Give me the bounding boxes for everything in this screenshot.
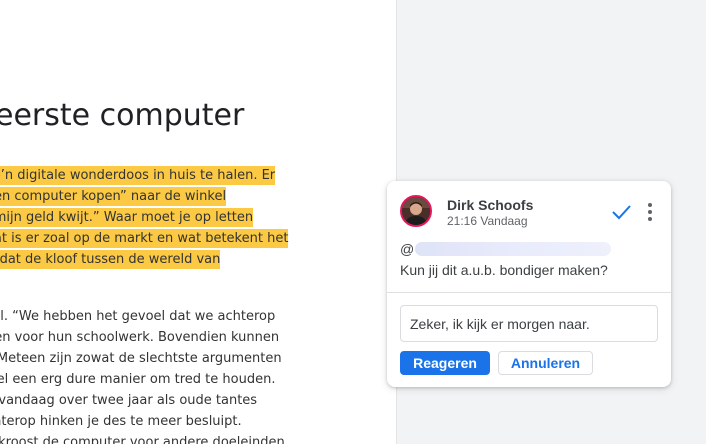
mention[interactable]: @ (400, 240, 612, 258)
body-text: e kroost de computer voor andere doelein… (0, 435, 285, 444)
highlighted-text: een computer kopen” naar de winkel (0, 187, 227, 206)
body-text: chterop hinken je des te meer besluipt. (0, 414, 242, 429)
highlighted-paragraph[interactable]: zo’n digitale wonderdoos in huis te hale… (0, 165, 289, 270)
avatar[interactable] (400, 195, 432, 227)
text-line: e kroost de computer voor andere doelein… (0, 432, 285, 444)
highlighted-text: ft dat de kloof tussen de wereld van (0, 250, 221, 269)
text-line: chterop hinken je des te meer besluipt. (0, 411, 285, 432)
mention-prefix: @ (400, 241, 415, 258)
text-line: ft dat de kloof tussen de wereld van (0, 249, 288, 270)
body-paragraph[interactable]: wil. “We hebben het gevoel dat we achter… (0, 306, 285, 444)
text-line: zo’n digitale wonderdoos in huis te hale… (0, 165, 288, 186)
body-text: pen voor hun schoolwerk. Bovendien kunne… (0, 330, 280, 345)
checkmark-icon (612, 205, 631, 220)
reply-button[interactable]: Reageren (400, 351, 490, 375)
more-options-button[interactable] (641, 201, 659, 223)
body-text: n vandaag over twee jaar als oude tantes (0, 393, 258, 408)
body-text: wil. “We hebben het gevoel dat we achter… (0, 309, 276, 324)
comment-timestamp: 21:16 Vandaag (447, 214, 528, 228)
text-line: wil. “We hebben het gevoel dat we achter… (0, 306, 285, 327)
comment-text: Kun jij dit a.u.b. bondiger maken? (400, 262, 608, 278)
text-line: n vandaag over twee jaar als oude tantes (0, 390, 285, 411)
highlighted-text: l mijn geld kwijt.” Waar moet je op lett… (0, 208, 254, 227)
text-line: een computer kopen” naar de winkel (0, 186, 288, 207)
comment-author[interactable]: Dirk Schoofs (447, 197, 533, 213)
reply-input[interactable] (400, 305, 658, 342)
document-title: eerste computer (0, 98, 245, 133)
text-line: l mijn geld kwijt.” Waar moet je op lett… (0, 207, 288, 228)
divider (387, 292, 671, 293)
text-line: Vat is er zoal op de markt en wat beteke… (0, 228, 289, 249)
highlighted-text: Vat is er zoal op de markt en wat beteke… (0, 229, 289, 248)
body-text: wel een erg dure manier om tred te houde… (0, 372, 276, 387)
more-vert-icon (648, 203, 652, 221)
cancel-button[interactable]: Annuleren (498, 351, 593, 375)
text-line: pen voor hun schoolwerk. Bovendien kunne… (0, 327, 285, 348)
body-text: ” Meteen zijn zowat de slechtste argumen… (0, 351, 282, 366)
highlighted-text: zo’n digitale wonderdoos in huis te hale… (0, 166, 276, 185)
document-page[interactable]: eerste computer zo’n digitale wonderdoos… (0, 0, 397, 444)
mention-name-redacted (415, 242, 612, 257)
text-line: ” Meteen zijn zowat de slechtste argumen… (0, 348, 285, 369)
comment-card[interactable]: Dirk Schoofs 21:16 Vandaag @ Kun jij dit… (387, 181, 671, 387)
avatar-photo (402, 197, 430, 225)
resolve-button[interactable] (609, 201, 633, 223)
text-line: wel een erg dure manier om tred te houde… (0, 369, 285, 390)
